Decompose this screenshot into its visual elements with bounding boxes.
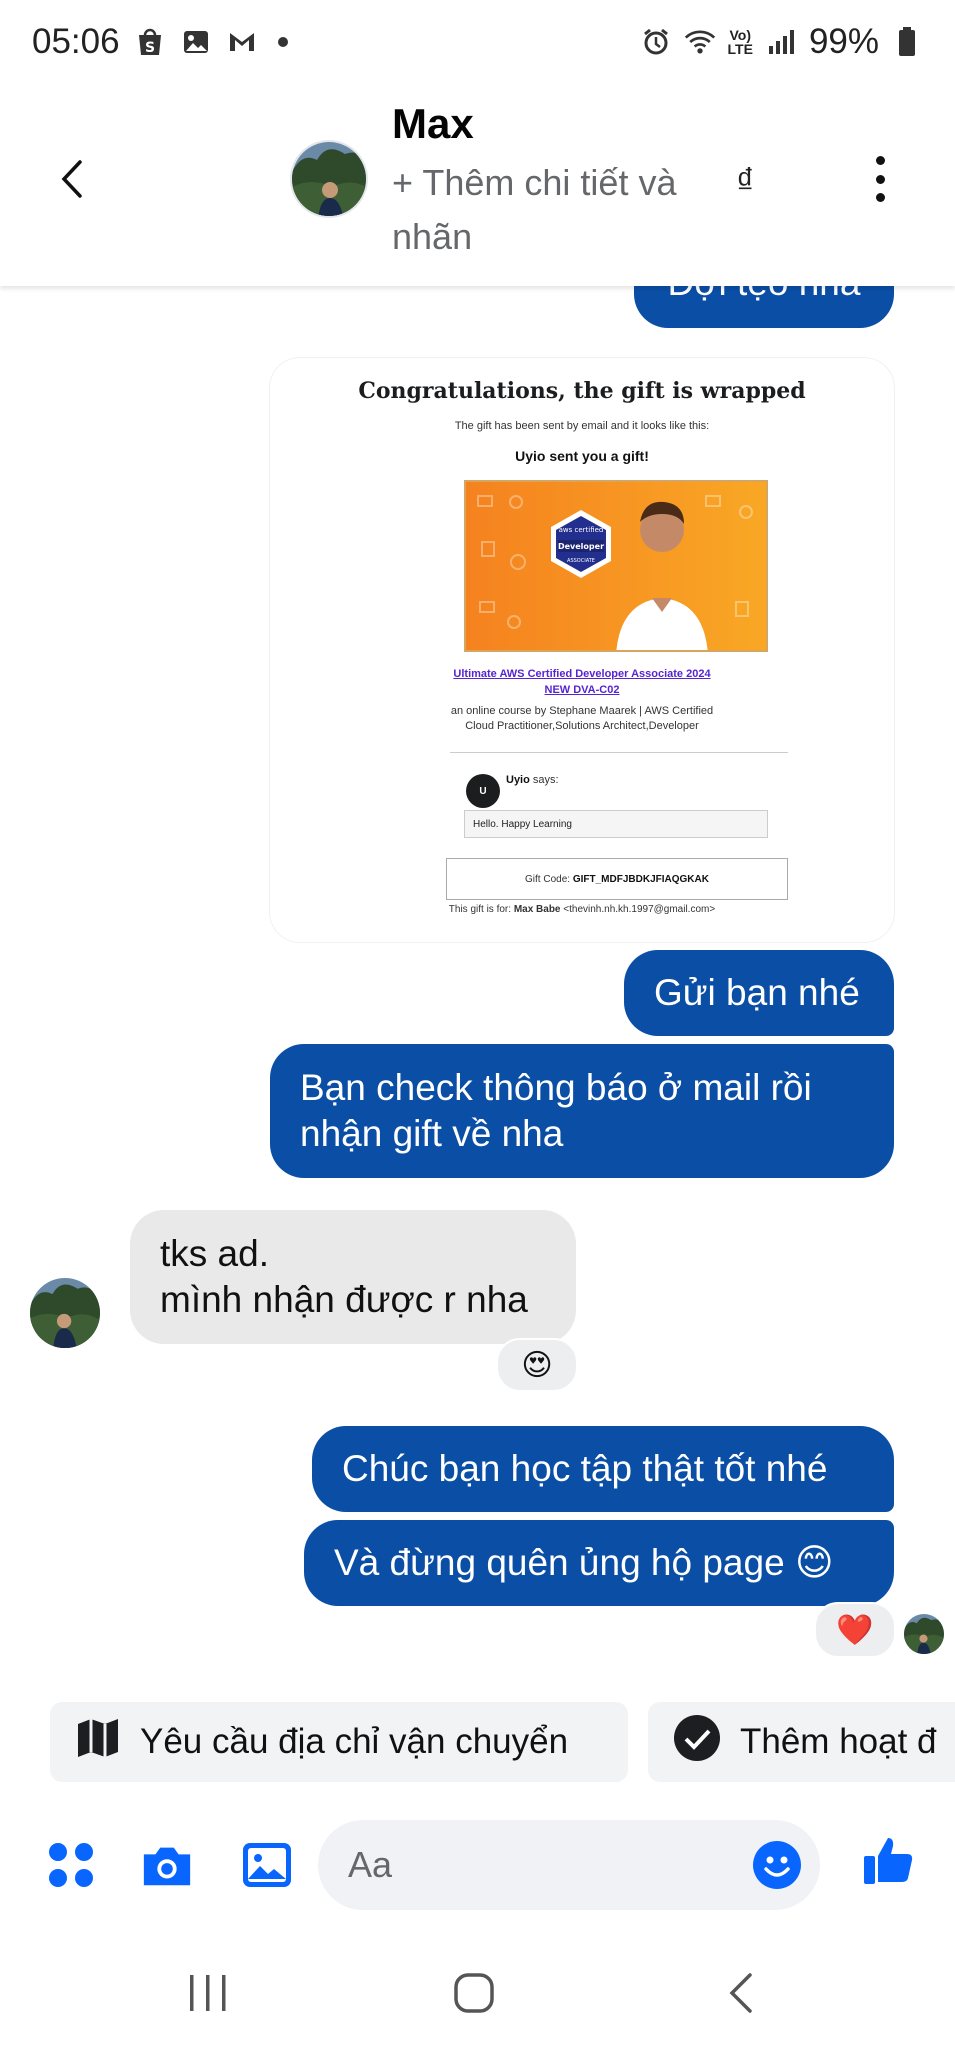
- outgoing-message[interactable]: Chúc bạn học tập thật tốt nhé: [312, 1426, 894, 1512]
- quick-reply-label: Thêm hoạt đ: [740, 1722, 937, 1761]
- chat-header: Max + Thêm chi tiết và nhãn ₫: [0, 84, 955, 286]
- badge-brand: aws certified: [559, 526, 604, 534]
- divider: [450, 752, 788, 753]
- like-button[interactable]: [862, 1834, 916, 1888]
- message-text: Chúc bạn học tập thật tốt nhé: [342, 1448, 828, 1489]
- more-options-button[interactable]: [866, 156, 894, 202]
- recent-apps-button[interactable]: [186, 1968, 230, 2018]
- outgoing-message[interactable]: Bạn check thông báo ở mail rồi nhận gift…: [270, 1044, 894, 1178]
- outgoing-message[interactable]: Và đừng quên ủng hộ page 😊: [304, 1520, 894, 1606]
- gift-sender-line: Uyio sent you a gift!: [515, 448, 649, 464]
- system-nav-bar: [0, 1940, 955, 2048]
- outgoing-message[interactable]: Gửi bạn nhé: [624, 950, 894, 1036]
- message-text: Gửi bạn nhé: [654, 972, 860, 1013]
- reaction-heart-eyes[interactable]: 😍: [496, 1338, 578, 1392]
- course-author: an online course by Stephane Maarek | AW…: [450, 705, 714, 732]
- gmail-icon: [226, 26, 258, 58]
- quick-reply-shipping[interactable]: Yêu cầu địa chỉ vận chuyển: [50, 1702, 628, 1782]
- gift-sent-note: The gift has been sent by email and it l…: [454, 420, 710, 432]
- map-icon: [74, 1714, 122, 1771]
- emoji-button[interactable]: [752, 1840, 802, 1890]
- svg-text:S: S: [145, 40, 155, 56]
- message-text: Và đừng quên ủng hộ page 😊: [334, 1542, 834, 1583]
- sender-avatar[interactable]: [30, 1278, 100, 1348]
- notification-dot-icon: [277, 37, 288, 47]
- contact-name[interactable]: Max: [392, 100, 474, 148]
- sender-says: Uyio says:: [506, 774, 559, 786]
- more-icon-dot: [875, 174, 885, 184]
- gallery-button[interactable]: [240, 1838, 294, 1892]
- quick-reply-activity[interactable]: Thêm hoạt đ: [648, 1702, 955, 1782]
- more-icon-dot: [875, 193, 885, 202]
- shop-icon: S: [134, 26, 166, 58]
- check-circle-icon: [672, 1713, 722, 1772]
- sender-avatar: U: [466, 774, 500, 808]
- volte-indicator: Vo) LTE: [727, 27, 753, 57]
- message-text: Bạn check thông báo ở mail rồi: [300, 1067, 812, 1108]
- camera-button[interactable]: [140, 1838, 194, 1892]
- signal-icon: [765, 26, 797, 58]
- wifi-icon: [684, 26, 716, 58]
- contact-avatar[interactable]: [290, 140, 368, 218]
- gift-message: Hello. Happy Learning: [464, 810, 768, 838]
- message-text: tks ad.: [160, 1233, 269, 1274]
- battery-percent: 99%: [808, 22, 879, 61]
- gift-title: Congratulations, the gift is wrapped: [358, 378, 806, 404]
- incoming-message[interactable]: tks ad. mình nhận được r nha: [130, 1210, 576, 1344]
- alarm-icon: [640, 26, 672, 58]
- badge-role: Developer: [558, 542, 604, 551]
- battery-icon: [891, 26, 923, 58]
- message-text: mình nhận được r nha: [160, 1279, 528, 1320]
- status-time: 05:06: [32, 22, 120, 61]
- gift-card-image[interactable]: Congratulations, the gift is wrapped The…: [270, 358, 894, 942]
- gift-recipient: This gift is for: Max Babe <thevinh.nh.k…: [448, 904, 716, 915]
- message-input[interactable]: Aa: [318, 1820, 820, 1910]
- add-details-link[interactable]: + Thêm chi tiết và nhãn: [392, 156, 692, 264]
- reaction-heart[interactable]: ❤️: [814, 1602, 896, 1658]
- quick-reply-label: Yêu cầu địa chỉ vận chuyển: [140, 1722, 569, 1761]
- more-icon-dot: [875, 156, 885, 165]
- system-back-button[interactable]: [724, 1968, 760, 2018]
- seen-avatar: [904, 1614, 944, 1654]
- back-button[interactable]: [52, 154, 92, 204]
- currency-button[interactable]: ₫: [736, 160, 754, 202]
- course-thumbnail: aws certified Developer ASSOCIATE: [464, 480, 768, 652]
- badge-level: ASSOCIATE: [567, 558, 595, 564]
- course-title-link: Ultimate AWS Certified Developer Associa…: [453, 668, 711, 696]
- home-button[interactable]: [452, 1968, 496, 2018]
- message-text: nhận gift về nha: [300, 1113, 564, 1154]
- status-bar: 05:06 S Vo) LTE 99%: [0, 0, 955, 84]
- gallery-icon: [180, 26, 212, 58]
- gift-code-box: Gift Code: GIFT_MDFJBDKJFIAQGKAK: [446, 858, 788, 900]
- message-input-placeholder: Aa: [348, 1844, 393, 1885]
- apps-button[interactable]: [44, 1838, 98, 1892]
